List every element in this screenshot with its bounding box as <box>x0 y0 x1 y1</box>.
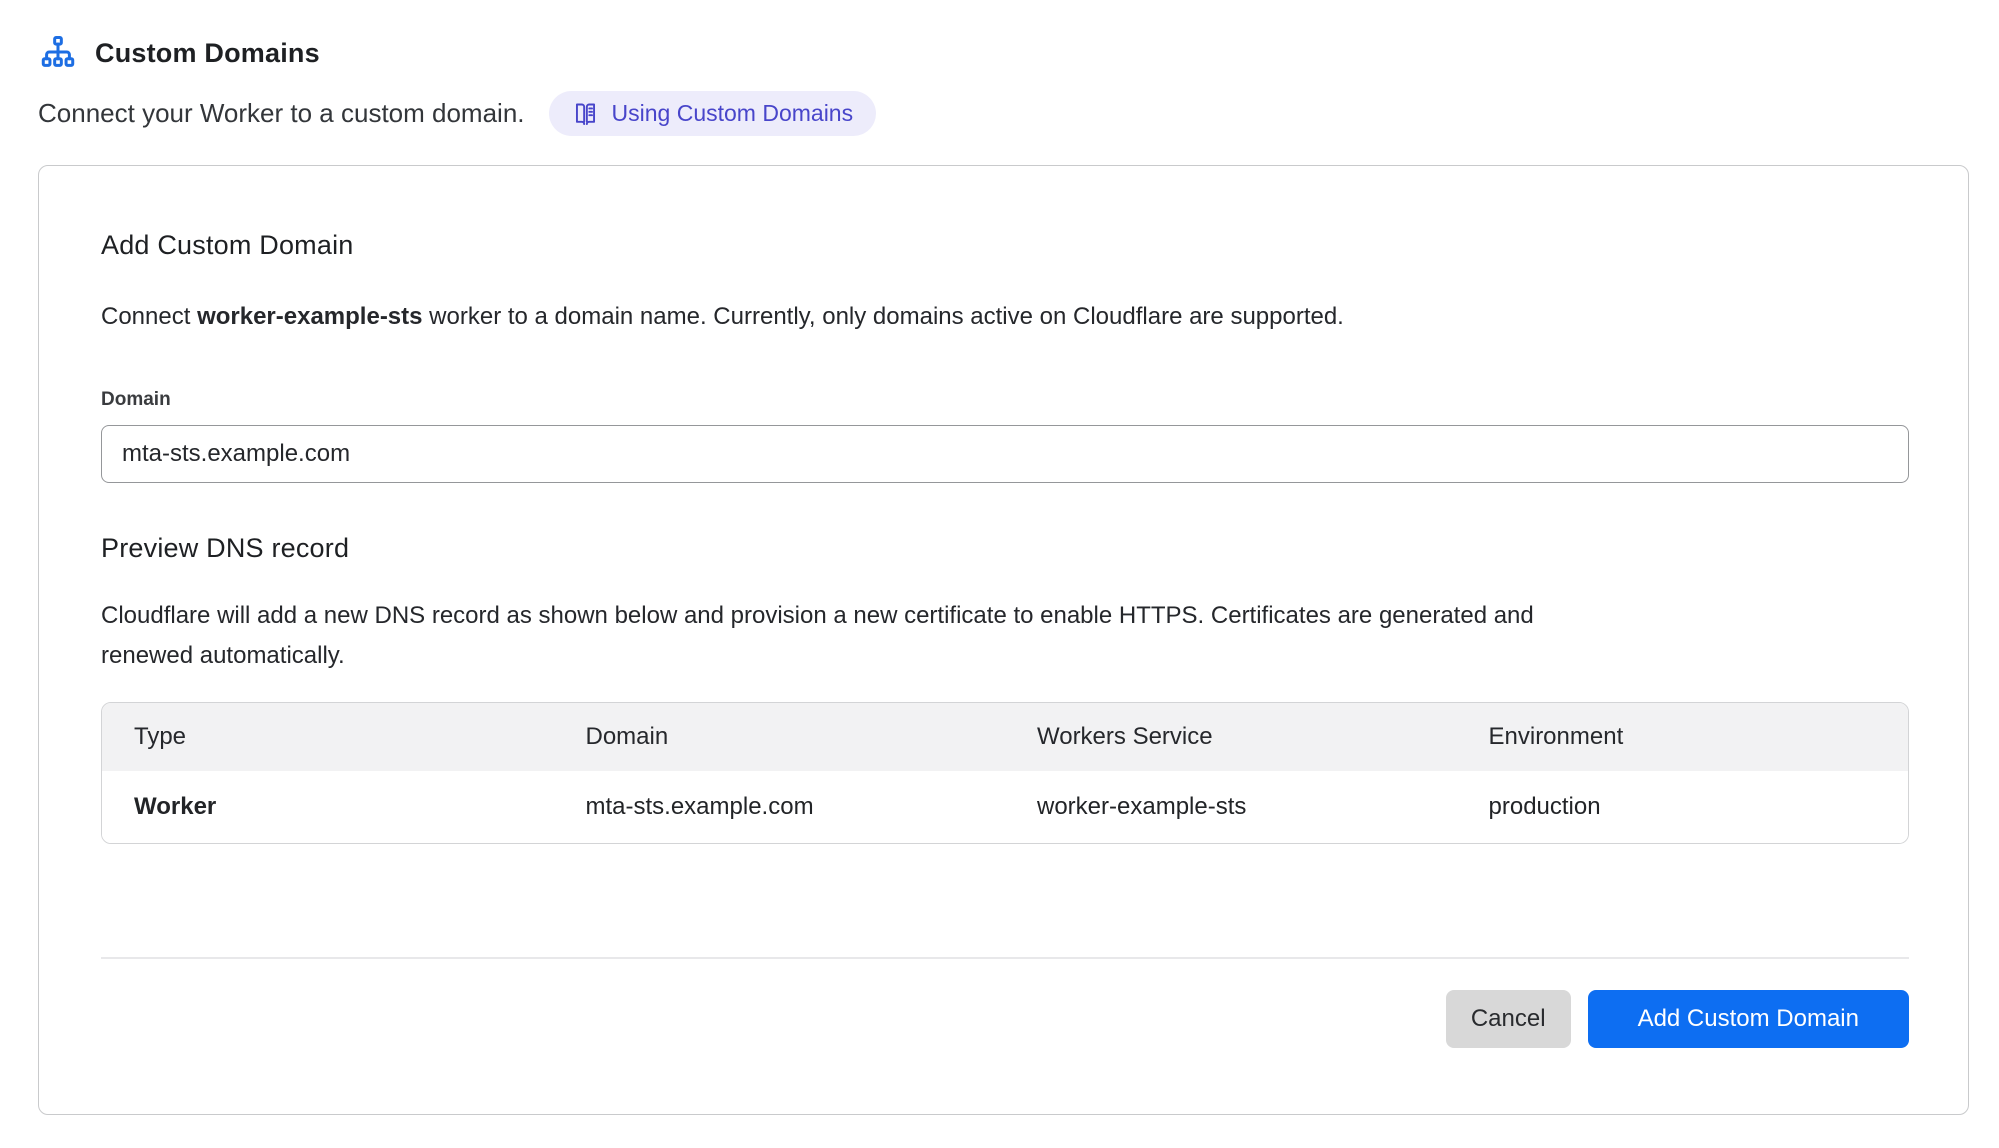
page-header: Custom Domains <box>38 31 1969 75</box>
add-custom-domain-button[interactable]: Add Custom Domain <box>1588 990 1909 1048</box>
page-title: Custom Domains <box>95 38 320 69</box>
table-row: Worker mta-sts.example.com worker-exampl… <box>102 771 1908 843</box>
intro-prefix: Connect <box>101 303 197 330</box>
column-header-workers-service: Workers Service <box>1005 703 1457 771</box>
card-heading: Add Custom Domain <box>101 230 1909 261</box>
card-actions: Cancel Add Custom Domain <box>101 990 1909 1048</box>
column-header-domain: Domain <box>554 703 1006 771</box>
open-book-icon <box>572 100 599 127</box>
cell-workers-service: worker-example-sts <box>1005 771 1457 843</box>
sitemap-icon <box>38 33 78 73</box>
add-custom-domain-card: Add Custom Domain Connect worker-example… <box>38 165 1969 1115</box>
custom-domains-page: Custom Domains Connect your Worker to a … <box>0 0 1999 1115</box>
column-header-type: Type <box>102 703 554 771</box>
page-subtitle-row: Connect your Worker to a custom domain. … <box>38 90 1969 136</box>
cell-environment: production <box>1457 771 1909 843</box>
page-subtitle: Connect your Worker to a custom domain. <box>38 98 525 129</box>
cancel-button[interactable]: Cancel <box>1446 990 1571 1048</box>
cell-domain: mta-sts.example.com <box>554 771 1006 843</box>
domain-input[interactable] <box>101 425 1909 483</box>
preview-dns-heading: Preview DNS record <box>101 533 1909 564</box>
cell-type: Worker <box>102 771 554 843</box>
intro-suffix: worker to a domain name. Currently, only… <box>423 303 1344 330</box>
dns-preview-table: Type Domain Workers Service Environment … <box>101 702 1909 844</box>
worker-name: worker-example-sts <box>197 303 422 330</box>
docs-link-using-custom-domains[interactable]: Using Custom Domains <box>549 91 877 136</box>
column-header-environment: Environment <box>1457 703 1909 771</box>
preview-dns-description: Cloudflare will add a new DNS record as … <box>101 596 1561 676</box>
domain-field-label: Domain <box>101 389 1909 411</box>
docs-link-label: Using Custom Domains <box>612 100 854 127</box>
table-header-row: Type Domain Workers Service Environment <box>102 703 1908 771</box>
card-intro-text: Connect worker-example-sts worker to a d… <box>101 297 1909 337</box>
footer-divider <box>101 957 1909 959</box>
